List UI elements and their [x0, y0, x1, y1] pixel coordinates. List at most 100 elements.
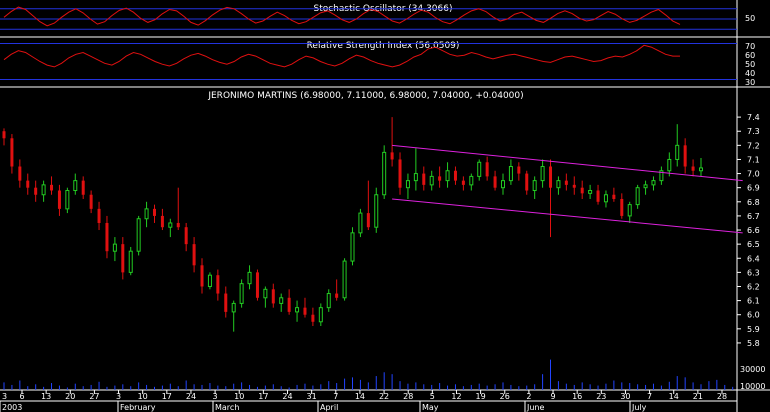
candle-body [200, 265, 204, 287]
candle-body [160, 215, 164, 228]
price-tick-label: 5.8 [747, 339, 760, 348]
candle-body [477, 161, 482, 177]
price-tick-label: 6.6 [747, 226, 760, 235]
day-label: 6 [19, 392, 24, 401]
candle-body [358, 212, 363, 234]
candle-body [445, 170, 450, 182]
candle-body [588, 190, 593, 194]
day-label: 2 [526, 392, 531, 401]
candle-body [651, 180, 656, 186]
day-label: 14 [669, 392, 679, 401]
rsi-tick-label: 60 [745, 51, 755, 60]
candle-body [469, 175, 474, 186]
day-label: 31 [307, 392, 317, 401]
candle-body [525, 173, 529, 191]
candle-body [627, 204, 632, 217]
candle-body [540, 166, 545, 182]
price-tick-label: 6.4 [747, 254, 760, 263]
candle-body [216, 275, 220, 294]
day-label: 10 [234, 392, 244, 401]
month-label: February [120, 403, 156, 412]
candle-body [263, 288, 268, 299]
candle-body [271, 289, 275, 304]
day-label: 23 [596, 392, 606, 401]
candle-body [2, 131, 6, 139]
candle-body [500, 180, 505, 189]
day-label: 12 [451, 392, 461, 401]
candle-body [603, 194, 608, 203]
day-label: 14 [355, 392, 365, 401]
candle-body [184, 227, 188, 245]
day-label: 9 [550, 392, 555, 401]
candle-body [532, 180, 537, 192]
price-tick-label: 7.3 [747, 127, 760, 136]
price-tick-label: 7.4 [747, 113, 760, 122]
candle-body [311, 314, 315, 322]
candle-body [105, 222, 109, 252]
month-label: June [526, 403, 545, 412]
candle-body [580, 187, 584, 194]
candle-body [508, 166, 513, 182]
candle-body [81, 180, 85, 195]
candle-body [18, 166, 22, 181]
price-tick-label: 6.7 [747, 212, 760, 221]
candle-body [691, 166, 695, 171]
candle-body [461, 180, 465, 185]
candle-body [493, 176, 497, 188]
candle-body [342, 260, 347, 299]
price-title: JERONIMO MARTINS (6.98000, 7.11000, 6.98… [207, 91, 523, 101]
candle-body [279, 297, 284, 304]
candle-body [422, 173, 426, 185]
candle-body [295, 307, 300, 313]
month-label: 2003 [2, 403, 22, 412]
candle-body [382, 151, 387, 196]
day-label: 27 [89, 392, 99, 401]
day-label: 24 [282, 392, 292, 401]
candle-body [699, 167, 703, 172]
day-label: 22 [379, 392, 389, 401]
day-label: 7 [647, 392, 652, 401]
candle-body [89, 194, 93, 209]
candle-body [26, 180, 30, 188]
day-label: 28 [717, 392, 727, 401]
candle-body [429, 175, 434, 186]
stock-chart: Stochastic Oscillator (34.3066) 50 Relat… [0, 0, 770, 412]
month-label: July [631, 403, 647, 412]
price-tick-label: 5.9 [747, 325, 760, 334]
candle-body [176, 222, 180, 228]
day-label: 17 [258, 392, 268, 401]
candle-body [326, 293, 331, 309]
day-label: 21 [693, 392, 703, 401]
day-label: 20 [65, 392, 75, 401]
candle-body [620, 198, 624, 216]
candle-body [239, 283, 244, 304]
candle-body [572, 184, 576, 188]
candle-body [136, 218, 141, 252]
candle-body [207, 274, 212, 287]
price-tick-label: 6.1 [747, 297, 760, 306]
day-label: 26 [500, 392, 510, 401]
candle-body [128, 250, 133, 273]
day-label: 24 [186, 392, 196, 401]
day-label: 30 [620, 392, 630, 401]
candle-body [34, 187, 38, 195]
candle-body [97, 208, 101, 223]
candle-body [192, 244, 196, 266]
candle-body [413, 173, 418, 182]
candle-body [549, 166, 553, 188]
candle-body [335, 293, 339, 298]
day-label: 28 [403, 392, 413, 401]
candle-body [635, 187, 640, 206]
candle-body [57, 190, 61, 209]
price-tick-label: 6.2 [747, 282, 760, 291]
rsi-tick-label: 40 [745, 69, 755, 78]
day-label: 10 [138, 392, 148, 401]
day-label: 5 [430, 392, 435, 401]
candle-body [485, 162, 489, 177]
candle-body [318, 307, 323, 323]
candle-body [667, 158, 672, 172]
candle-body [41, 184, 46, 196]
day-label: 7 [333, 392, 338, 401]
price-tick-label: 6.9 [747, 184, 760, 193]
day-label: 3 [213, 392, 218, 401]
